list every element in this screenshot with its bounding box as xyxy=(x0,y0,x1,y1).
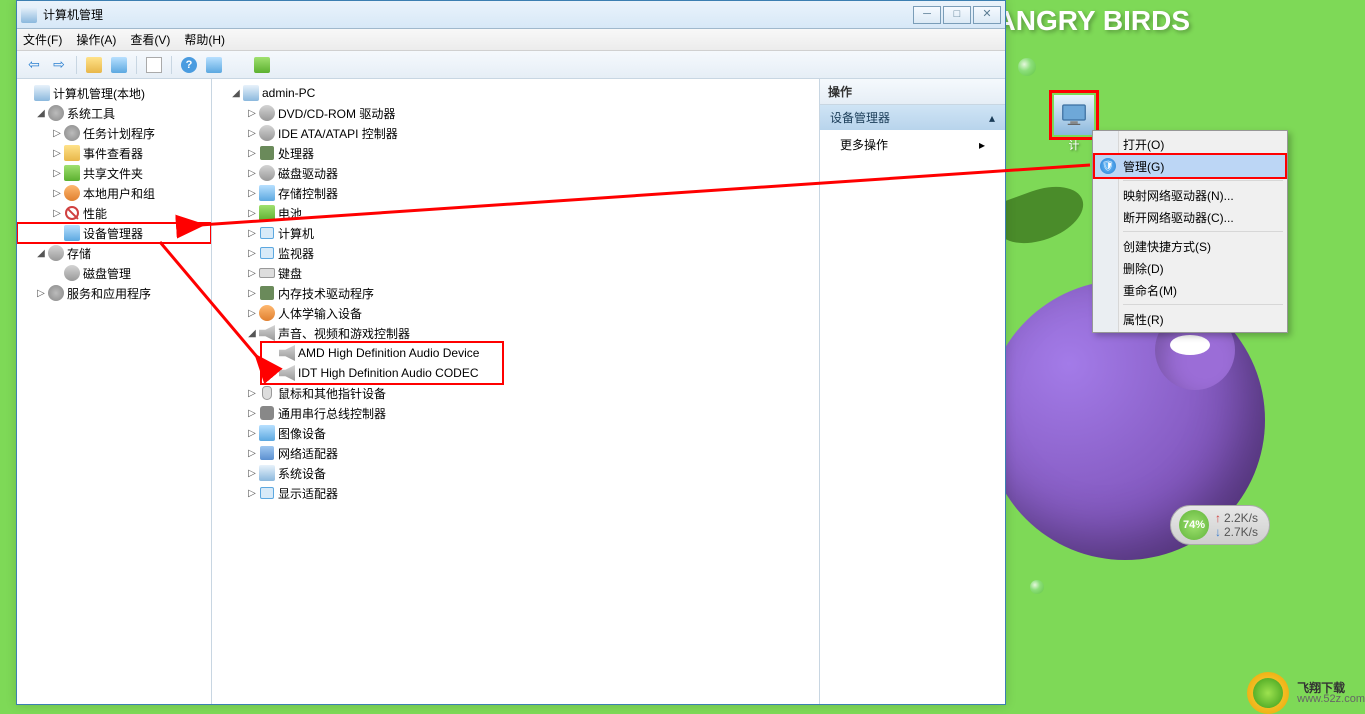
dev-dvd[interactable]: ▷DVD/CD-ROM 驱动器 xyxy=(212,103,819,123)
menu-view[interactable]: 查看(V) xyxy=(130,31,170,48)
tb-icon-3[interactable] xyxy=(143,54,165,76)
dev-monitors[interactable]: ▷监视器 xyxy=(212,243,819,263)
center-tree-pane: ◢admin-PC ▷DVD/CD-ROM 驱动器 ▷IDE ATA/ATAPI… xyxy=(212,79,820,704)
tree-disk-mgmt[interactable]: 磁盘管理 xyxy=(17,263,211,283)
desktop-icon-label: 计 xyxy=(1054,137,1094,153)
help-button[interactable]: ? xyxy=(178,54,200,76)
dev-imaging[interactable]: ▷图像设备 xyxy=(212,423,819,443)
desktop-computer-icon[interactable]: 计 xyxy=(1054,95,1094,155)
tree-local-users[interactable]: ▷本地用户和组 xyxy=(17,183,211,203)
titlebar[interactable]: 计算机管理 ─ □ ✕ xyxy=(17,1,1005,29)
tree-storage[interactable]: ◢存储 xyxy=(17,243,211,263)
cm-rename[interactable]: 重命名(M) xyxy=(1095,279,1285,301)
computer-management-window: 计算机管理 ─ □ ✕ 文件(F) 操作(A) 查看(V) 帮助(H) ⇦ ⇨ … xyxy=(16,0,1006,705)
cm-shortcut[interactable]: 创建快捷方式(S) xyxy=(1095,235,1285,257)
dev-diskdrives[interactable]: ▷磁盘驱动器 xyxy=(212,163,819,183)
cm-manage[interactable]: 🛡管理(G) xyxy=(1095,155,1285,177)
computer-icon xyxy=(1054,95,1094,135)
minimize-button[interactable]: ─ xyxy=(913,6,941,24)
tree-event-viewer[interactable]: ▷事件查看器 xyxy=(17,143,211,163)
cm-delete[interactable]: 删除(D) xyxy=(1095,257,1285,279)
gadget-percent: 74% xyxy=(1179,510,1209,540)
watermark-name: 飞翔下载 xyxy=(1297,682,1365,694)
tree-performance[interactable]: ▷性能 xyxy=(17,203,211,223)
maximize-button[interactable]: □ xyxy=(943,6,971,24)
dev-cpu[interactable]: ▷处理器 xyxy=(212,143,819,163)
collapse-icon: ▴ xyxy=(989,111,995,125)
tree-services[interactable]: ▷服务和应用程序 xyxy=(17,283,211,303)
menu-action[interactable]: 操作(A) xyxy=(76,31,116,48)
dev-network[interactable]: ▷网络适配器 xyxy=(212,443,819,463)
network-gadget[interactable]: 74% 2.2K/s 2.7K/s xyxy=(1170,505,1270,545)
dev-memory[interactable]: ▷内存技术驱动程序 xyxy=(212,283,819,303)
toolbar: ⇦ ⇨ ? xyxy=(17,51,1005,79)
tb-icon-2[interactable] xyxy=(108,54,130,76)
wallpaper-bubble xyxy=(1030,580,1044,594)
forward-button[interactable]: ⇨ xyxy=(48,54,70,76)
menu-file[interactable]: 文件(F) xyxy=(23,31,62,48)
dev-mouse[interactable]: ▷鼠标和其他指针设备 xyxy=(212,383,819,403)
menu-help[interactable]: 帮助(H) xyxy=(184,31,225,48)
gadget-upload: 2.2K/s xyxy=(1215,511,1258,525)
app-icon xyxy=(21,7,37,23)
tb-icon-5[interactable] xyxy=(251,54,273,76)
dev-ide[interactable]: ▷IDE ATA/ATAPI 控制器 xyxy=(212,123,819,143)
dev-sound-amd[interactable]: AMD High Definition Audio Device xyxy=(262,343,502,363)
wallpaper-bubble xyxy=(1018,58,1036,76)
desktop-wallpaper-text: ANGRY BIRDS xyxy=(996,5,1190,37)
dev-storagectl[interactable]: ▷存储控制器 xyxy=(212,183,819,203)
menubar: 文件(F) 操作(A) 查看(V) 帮助(H) xyxy=(17,29,1005,51)
tree-shared-folders[interactable]: ▷共享文件夹 xyxy=(17,163,211,183)
dev-system[interactable]: ▷系统设备 xyxy=(212,463,819,483)
dev-hid[interactable]: ▷人体学输入设备 xyxy=(212,303,819,323)
watermark-url: www.52z.com xyxy=(1297,694,1365,705)
window-title: 计算机管理 xyxy=(43,6,913,23)
chevron-right-icon: ▸ xyxy=(979,138,985,152)
tree-system-tools[interactable]: ◢系统工具 xyxy=(17,103,211,123)
tree-task-scheduler[interactable]: ▷任务计划程序 xyxy=(17,123,211,143)
actions-pane: 操作 设备管理器▴ 更多操作▸ xyxy=(820,79,1005,704)
tb-icon-1[interactable] xyxy=(83,54,105,76)
dev-sound-idt[interactable]: IDT High Definition Audio CODEC xyxy=(262,363,502,383)
context-menu: 打开(O) 🛡管理(G) 映射网络驱动器(N)... 断开网络驱动器(C)...… xyxy=(1092,130,1288,333)
actions-more[interactable]: 更多操作▸ xyxy=(820,130,1005,159)
tb-icon-4[interactable] xyxy=(203,54,225,76)
dev-usb[interactable]: ▷通用串行总线控制器 xyxy=(212,403,819,423)
cm-disconnect-drive[interactable]: 断开网络驱动器(C)... xyxy=(1095,206,1285,228)
close-button[interactable]: ✕ xyxy=(973,6,1001,24)
back-button[interactable]: ⇦ xyxy=(23,54,45,76)
device-root[interactable]: ◢admin-PC xyxy=(212,83,819,103)
dev-display[interactable]: ▷显示适配器 xyxy=(212,483,819,503)
cm-properties[interactable]: 属性(R) xyxy=(1095,308,1285,330)
actions-header: 操作 xyxy=(820,79,1005,105)
tree-device-manager[interactable]: 设备管理器 xyxy=(17,223,211,243)
dev-battery[interactable]: ▷电池 xyxy=(212,203,819,223)
watermark: 飞翔下载 www.52z.com xyxy=(1247,672,1365,714)
gadget-download: 2.7K/s xyxy=(1215,525,1258,539)
tree-root[interactable]: 计算机管理(本地) xyxy=(17,83,211,103)
actions-section[interactable]: 设备管理器▴ xyxy=(820,105,1005,130)
dev-sound[interactable]: ◢声音、视频和游戏控制器 xyxy=(212,323,819,343)
cm-open[interactable]: 打开(O) xyxy=(1095,133,1285,155)
left-tree-pane: 计算机管理(本地) ◢系统工具 ▷任务计划程序 ▷事件查看器 ▷共享文件夹 ▷本… xyxy=(17,79,212,704)
shield-icon: 🛡 xyxy=(1100,158,1116,174)
dev-keyboards[interactable]: ▷键盘 xyxy=(212,263,819,283)
watermark-logo-icon xyxy=(1247,672,1289,714)
dev-computers[interactable]: ▷计算机 xyxy=(212,223,819,243)
cm-map-drive[interactable]: 映射网络驱动器(N)... xyxy=(1095,184,1285,206)
